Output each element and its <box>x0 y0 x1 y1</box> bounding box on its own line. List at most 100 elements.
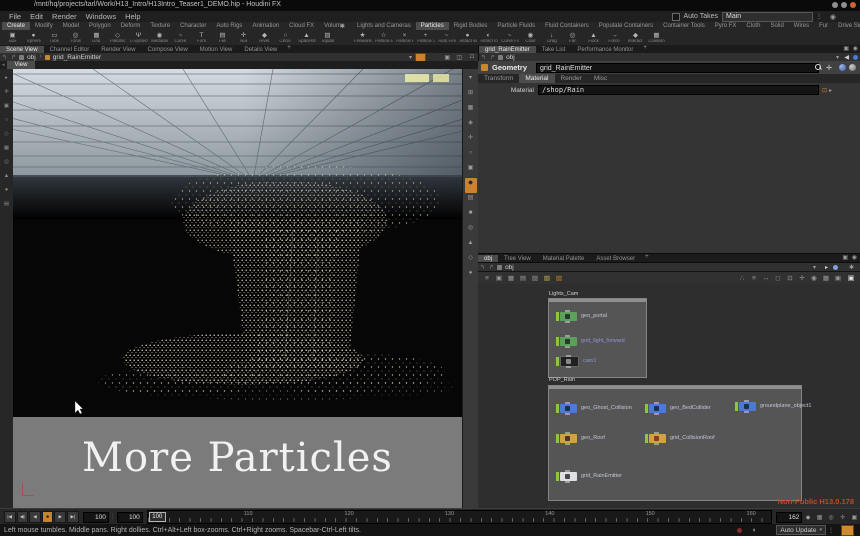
network-tool-icon[interactable]: ▦ <box>820 274 832 282</box>
nav-back-icon[interactable]: ↰ <box>2 54 7 61</box>
display-option-icon[interactable]: ◇ <box>465 253 477 268</box>
display-option-icon[interactable]: ✛ <box>465 133 477 148</box>
shelf-tab[interactable]: Lights and Cameras <box>352 22 416 30</box>
play-button[interactable]: ▶ <box>54 511 66 523</box>
shelf-tool[interactable]: ▨ Squab <box>317 30 338 45</box>
jump-start-button[interactable]: |◀ <box>4 511 16 523</box>
network-canvas[interactable]: Lights_Cam geo_portal grid_light_forward… <box>478 284 860 509</box>
display-option-icon[interactable]: ▾ <box>465 73 477 88</box>
shelf-tab[interactable]: Model <box>58 22 84 30</box>
shelf-tab[interactable]: Auto Rigs <box>211 22 247 30</box>
shelf-tool[interactable]: ◉ Color <box>520 30 541 45</box>
parameter-tab[interactable]: Misc <box>588 74 613 83</box>
timeline-ruler[interactable]: 110 120 130 140 150 160 100 <box>147 510 772 524</box>
layout-person-icon[interactable]: ◫ <box>456 54 462 61</box>
shelf-tool[interactable]: ▲ Spaceship <box>296 30 317 45</box>
play-reverse-button[interactable]: ◀ <box>29 511 41 523</box>
shaded-sphere-icon[interactable] <box>839 64 846 71</box>
path-root[interactable]: obj <box>27 54 36 61</box>
shelf-tool[interactable]: ◇ Platonic <box>107 30 128 45</box>
playbar-menu-icon[interactable]: ▣ <box>849 514 860 521</box>
network-tool-icon[interactable]: ✛ <box>796 274 808 282</box>
pin-arrow-icon[interactable]: ◀ <box>844 54 849 61</box>
pane-menu-icon[interactable]: ◉ <box>852 254 857 261</box>
shelf-tool[interactable]: ☆ Particle E... <box>373 30 394 45</box>
network-tool-icon[interactable]: ▣ <box>493 274 505 282</box>
camera-menu-caret-icon[interactable]: ▾ <box>409 54 412 61</box>
step-forward-button[interactable]: ▶| <box>67 511 79 523</box>
network-tab[interactable]: obj <box>478 255 498 262</box>
network-tool-icon[interactable]: ◻ <box>772 274 784 282</box>
material-field[interactable]: /shop/Rain <box>538 85 819 95</box>
node-cam1[interactable]: cam1 <box>556 356 596 366</box>
display-option-icon[interactable]: ○ <box>465 148 477 163</box>
new-tab-icon[interactable]: + <box>643 45 647 53</box>
shelf-tab[interactable]: Pyro FX <box>710 22 742 30</box>
shelf-tab[interactable]: Character <box>175 22 211 30</box>
audio-icon[interactable]: ◎ <box>825 514 837 521</box>
node-tile[interactable] <box>649 404 666 413</box>
param-menu-icon[interactable]: ▸ <box>829 87 832 94</box>
auto-update-selector[interactable]: Auto Update ▾ <box>776 525 826 535</box>
display-flag[interactable] <box>556 312 559 321</box>
menu-edit[interactable]: Edit <box>30 12 43 21</box>
nav-forward-icon[interactable]: ↱ <box>489 264 494 271</box>
menu-help[interactable]: Help <box>125 12 140 21</box>
auto-takes-checkbox[interactable] <box>672 13 680 21</box>
network-tool-icon[interactable]: ∴ <box>736 274 748 282</box>
close-button[interactable] <box>850 2 856 8</box>
pane-tab[interactable]: Channel Editor <box>44 46 96 53</box>
display-flag[interactable] <box>556 434 559 443</box>
update-stepper-icon[interactable]: ⋮ <box>828 527 834 534</box>
memory-indicator-icon[interactable] <box>841 525 854 536</box>
node-groundplane-object1[interactable]: groundplane_object1 <box>735 401 811 411</box>
shelf-tab[interactable]: Cloud FX <box>284 22 319 30</box>
viewport-3d-scene[interactable] <box>13 69 462 417</box>
viewport-tool-icon[interactable]: ▤ <box>4 201 9 215</box>
display-flag[interactable] <box>556 357 559 366</box>
nav-forward-icon[interactable]: ↱ <box>11 54 16 61</box>
network-tool-icon[interactable]: ▧ <box>553 274 565 282</box>
nav-back-icon[interactable]: ↰ <box>481 54 486 61</box>
shelf-tool[interactable]: ▦ Collision I... <box>646 30 667 45</box>
render-status-icon[interactable] <box>737 528 742 533</box>
network-tool-icon[interactable]: ▨ <box>529 274 541 282</box>
viewport-tool-icon[interactable]: ▸ <box>5 75 8 89</box>
message-bubble-icon[interactable]: ◖ <box>752 527 756 534</box>
viewport-tool-icon[interactable]: ○ <box>5 117 8 131</box>
minimize-button[interactable] <box>832 2 838 8</box>
pane-tab[interactable]: Compose View <box>142 46 194 53</box>
node-geo-ghost-collision[interactable]: geo_Ghost_Collision <box>556 403 632 413</box>
shelf-tool[interactable]: ◐ Attract to... <box>478 30 499 45</box>
shelf-tool[interactable]: ✛ Null <box>233 30 254 45</box>
display-flag[interactable] <box>645 404 648 413</box>
shelf-tool[interactable]: ▲ Flock <box>583 30 604 45</box>
network-box-title[interactable]: Lights_Cam <box>549 291 578 297</box>
shelf-tool[interactable]: ● Sphere <box>23 30 44 45</box>
display-option-icon[interactable]: ◈ <box>465 118 477 133</box>
link-dot-icon[interactable] <box>853 55 858 60</box>
shelf-tool[interactable]: ◎ Fan <box>562 30 583 45</box>
path-root[interactable]: obj <box>506 54 515 61</box>
node-geo-bedcollider[interactable]: geo_BedCollider <box>645 403 711 413</box>
shelf-tool[interactable]: ▤ File <box>212 30 233 45</box>
layout-camera-icon[interactable]: ▣ <box>444 54 450 61</box>
shelf-tab[interactable]: Modify <box>30 22 58 30</box>
network-tool-icon[interactable]: ≡ <box>481 275 493 282</box>
layout-single-icon[interactable]: □ <box>470 54 474 60</box>
shelf-tab[interactable]: Wires <box>789 22 814 30</box>
node-grid-light-forward[interactable]: grid_light_forward <box>556 336 625 346</box>
network-tool-icon[interactable]: ▦ <box>505 274 517 282</box>
network-tool-icon[interactable]: ▧ <box>541 274 553 282</box>
node-tile[interactable] <box>560 404 577 413</box>
shelf-tool[interactable]: ◆ Rivet <box>254 30 275 45</box>
shelf-tab[interactable]: Particle Fluids <box>492 22 540 30</box>
shelf-tool[interactable]: ↓ Drag <box>541 30 562 45</box>
shelf-tab[interactable]: Deform <box>116 22 146 30</box>
parameter-tab[interactable]: Material <box>519 74 554 83</box>
display-flag[interactable] <box>645 434 648 443</box>
shelf-tool[interactable]: ~ Curve Force <box>499 30 520 45</box>
shelf-tool[interactable]: ▦ Grid <box>86 30 107 45</box>
playhead-marker[interactable]: 100 <box>149 512 166 522</box>
pane-tab[interactable]: Motion View <box>194 46 239 53</box>
